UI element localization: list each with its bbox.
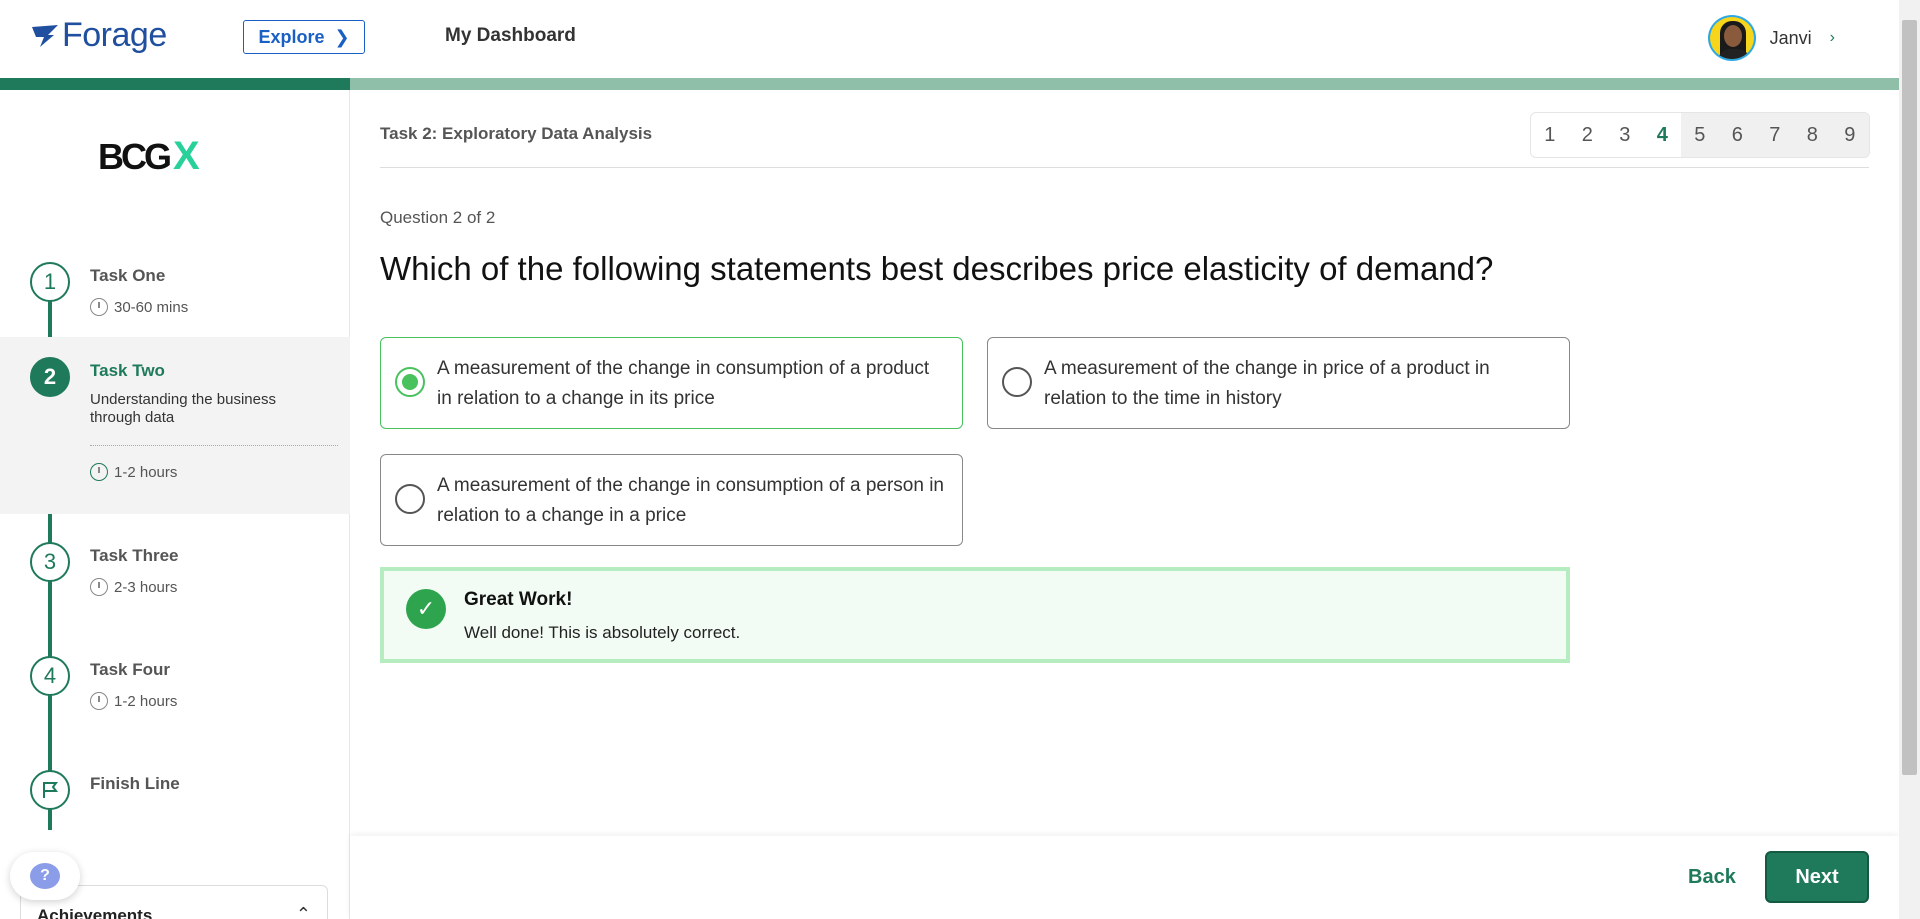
clock-icon [90, 463, 108, 481]
flag-icon [30, 770, 70, 810]
brand-name: Forage [62, 16, 167, 54]
answer-text: A measurement of the change in consumpti… [437, 475, 944, 526]
chevron-up-icon: ⌃ [295, 904, 311, 919]
clock-icon [90, 298, 108, 316]
answer-option[interactable]: A measurement of the change in consumpti… [380, 337, 963, 429]
back-button[interactable]: Back [1688, 866, 1736, 889]
pager-step[interactable]: 8 [1793, 113, 1831, 157]
forage-logo-icon [32, 24, 58, 47]
feedback-banner: ✓ Great Work! Well done! This is absolut… [380, 567, 1570, 663]
sidebar: BCG X 1 Task One 30-60 mins 2 Task Two Un… [0, 90, 350, 919]
check-circle-icon: ✓ [406, 589, 446, 629]
radio-selected-icon[interactable] [395, 367, 425, 397]
course-progress-bar [0, 78, 1899, 90]
task-title: Finish Line [90, 774, 180, 793]
task-title: Task One [90, 266, 166, 285]
sidebar-task-three[interactable]: 3 Task Three 2-3 hours [0, 530, 350, 620]
task-title: Task Three [90, 546, 179, 565]
pager-step[interactable]: 3 [1606, 113, 1644, 157]
pager-step[interactable]: 6 [1718, 113, 1756, 157]
pager-step[interactable]: 7 [1756, 113, 1794, 157]
task-title: Task Four [90, 660, 170, 679]
pager-step-current[interactable]: 4 [1644, 113, 1682, 157]
task-duration: 30-60 mins [90, 298, 188, 316]
explore-label: Explore [258, 26, 325, 47]
radio-icon[interactable] [1002, 367, 1032, 397]
question-text: Which of the following statements best d… [380, 250, 1494, 287]
sidebar-task-two[interactable]: 2 Task Two Understanding the business th… [0, 337, 350, 514]
sidebar-task-four[interactable]: 4 Task Four 1-2 hours [0, 644, 350, 734]
step-pager: 1 2 3 4 5 6 7 8 9 [1530, 112, 1870, 158]
avatar [1707, 15, 1756, 61]
task-number: 3 [30, 542, 70, 582]
pager-step[interactable]: 1 [1531, 113, 1569, 157]
clock-icon [90, 692, 108, 710]
task-duration: 1-2 hours [90, 463, 177, 481]
explore-button[interactable]: Explore ❯ [243, 20, 365, 54]
sidebar-task-one[interactable]: 1 Task One 30-60 mins [0, 240, 350, 330]
task-header: Task 2: Exploratory Data Analysis [380, 124, 653, 143]
my-dashboard-link[interactable]: My Dashboard [445, 25, 576, 47]
answer-option[interactable]: A measurement of the change in consumpti… [380, 454, 963, 546]
pager-step[interactable]: 5 [1681, 113, 1719, 157]
pager-step[interactable]: 2 [1569, 113, 1607, 157]
scrollbar[interactable] [1899, 0, 1920, 919]
help-button[interactable]: ? [10, 852, 80, 900]
user-name: Janvi [1769, 27, 1812, 48]
task-number: 4 [30, 656, 70, 696]
radio-icon[interactable] [395, 484, 425, 514]
user-menu[interactable]: Janvi › [1707, 15, 1835, 61]
task-duration: 1-2 hours [90, 692, 177, 710]
question-counter: Question 2 of 2 [380, 208, 496, 227]
progress-fill [0, 78, 350, 90]
footer-nav: Back Next [350, 836, 1899, 919]
answer-option[interactable]: A measurement of the change in price of … [987, 337, 1570, 429]
answer-text: A measurement of the change in price of … [1044, 358, 1490, 409]
feedback-title: Great Work! [464, 589, 573, 610]
clock-icon [90, 578, 108, 596]
chevron-right-icon: › [1829, 29, 1835, 46]
divider [380, 167, 1869, 168]
achievements-label: Achievements [37, 906, 153, 919]
task-number: 1 [30, 262, 70, 302]
divider [90, 445, 338, 446]
task-number: 2 [30, 357, 70, 397]
next-button[interactable]: Next [1765, 851, 1869, 903]
chevron-right-icon: ❯ [334, 26, 350, 47]
forage-logo[interactable]: Forage [30, 16, 167, 55]
sidebar-finish-line[interactable]: Finish Line [0, 758, 350, 818]
task-description: Understanding the business through data [90, 391, 276, 426]
help-icon: ? [30, 863, 60, 889]
scrollbar-thumb[interactable] [1902, 20, 1917, 775]
task-duration: 2-3 hours [90, 578, 177, 596]
top-header: Forage Explore ❯ My Dashboard Janvi › [0, 0, 1899, 77]
answer-text: A measurement of the change in consumpti… [437, 358, 930, 409]
company-logo: BCG X [98, 134, 200, 178]
feedback-message: Well done! This is absolutely correct. [464, 623, 741, 642]
pager-step[interactable]: 9 [1831, 113, 1869, 157]
main-content: Task 2: Exploratory Data Analysis 1 2 3 … [350, 90, 1899, 919]
task-title: Task Two [90, 361, 165, 380]
